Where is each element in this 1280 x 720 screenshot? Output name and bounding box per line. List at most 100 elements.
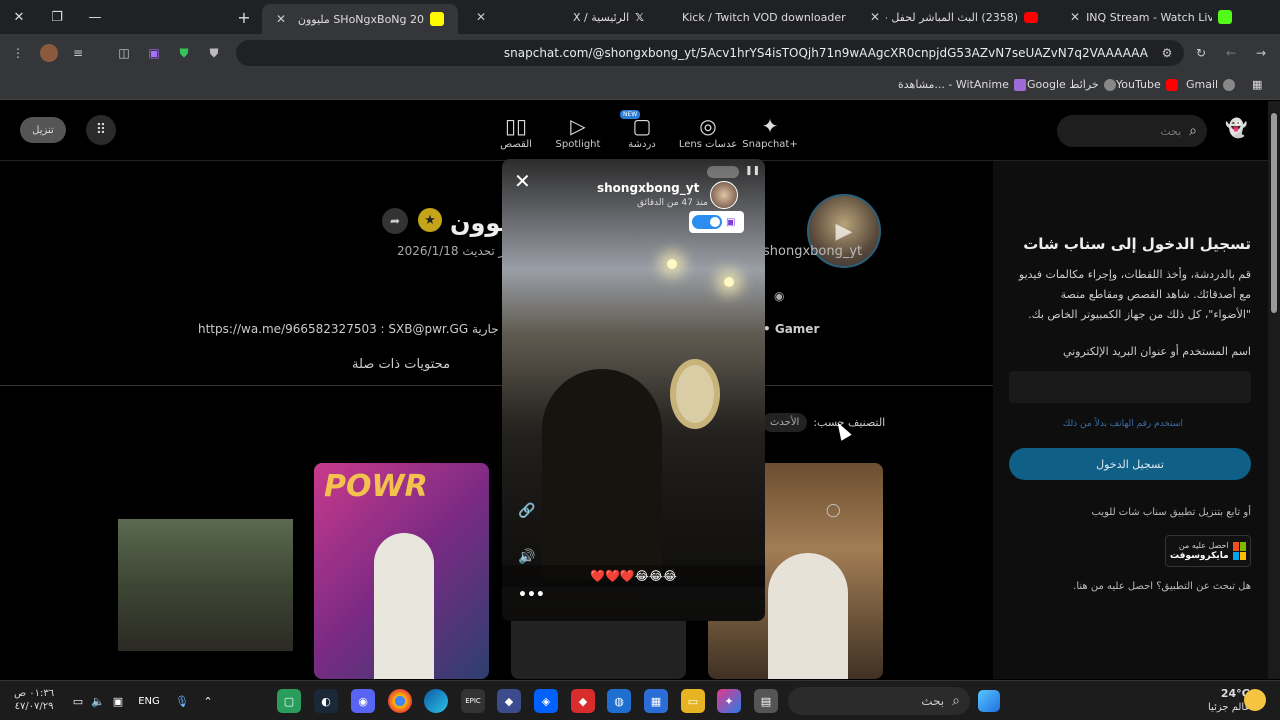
back-icon[interactable]: ←: [1222, 44, 1240, 62]
dropbox-icon[interactable]: ◈: [534, 689, 558, 713]
taskbar-search[interactable]: بحث ⌕: [788, 687, 970, 715]
app-icon[interactable]: ◍: [607, 689, 631, 713]
divider: [0, 385, 993, 386]
microsoft-store-badge[interactable]: احصل عليه من مايكروسوفت: [1165, 535, 1251, 567]
bookmark-google-maps[interactable]: Google خرائط: [1027, 78, 1116, 91]
login-title: تسجيل الدخول إلى سناب شات: [1023, 235, 1251, 253]
minimize-window-icon[interactable]: —: [76, 0, 114, 34]
apps-grid-icon[interactable]: ⠿: [86, 115, 116, 145]
tab-youtube[interactable]: ✕ (2358) البث المباشر لحفل جوي او: [856, 4, 1052, 30]
snapchat-plus-icon: ✦: [761, 114, 779, 138]
profile-avatar-icon[interactable]: [40, 44, 58, 62]
epic-games-icon[interactable]: EPIC: [461, 689, 485, 713]
system-clock[interactable]: ٠١:٣٦ ص ٤٧/٠٧/٢٩: [14, 687, 54, 713]
light-glow: [667, 259, 677, 269]
reload-icon[interactable]: ↻: [1192, 44, 1210, 62]
nav-lenses[interactable]: ◎ Lens عدسات: [678, 113, 738, 150]
nav-spotlight[interactable]: ▷ Spotlight: [548, 113, 608, 150]
microphone-icon[interactable]: 🎙: [170, 689, 194, 713]
close-window-icon[interactable]: ✕: [0, 0, 38, 34]
search-input[interactable]: ⌕ بحث: [1057, 115, 1207, 147]
more-options-icon[interactable]: •••: [518, 587, 545, 603]
app-icon[interactable]: ▢: [277, 689, 301, 713]
copilot-icon[interactable]: ✦: [717, 689, 741, 713]
star-badge-icon: ★: [418, 208, 442, 232]
youtube-icon: [1165, 78, 1178, 91]
stories-icon: ▯▯: [504, 114, 527, 138]
globe-icon: [1103, 78, 1116, 91]
twitch-extension-icon[interactable]: ▣: [145, 44, 163, 62]
page-scrollbar[interactable]: [1268, 101, 1280, 679]
location-icon: ◉: [774, 289, 785, 303]
reading-list-icon[interactable]: ≡: [69, 44, 87, 62]
light-glow: [724, 277, 734, 287]
close-tab-icon[interactable]: ✕: [1070, 10, 1080, 24]
address-bar[interactable]: snapchat.com/@shongxbong_yt/5Acv1hrYS4is…: [236, 40, 1184, 66]
volume-icon[interactable]: 🔊: [518, 549, 535, 565]
bookmark-gmail[interactable]: Gmail: [1186, 78, 1236, 91]
site-settings-icon[interactable]: ⚙: [1158, 44, 1176, 62]
story-avatar[interactable]: [710, 181, 738, 209]
app-icon[interactable]: ▤: [754, 689, 778, 713]
story-viewer[interactable]: ❚❚ ✕ shongxbong_yt منذ 47 من الدقائق ▣ 🔗…: [502, 159, 765, 621]
nav-snapchat-plus[interactable]: ✦ Snapchat+: [740, 113, 800, 150]
story-username[interactable]: shongxbong_yt: [597, 181, 699, 195]
edge-icon[interactable]: [424, 689, 448, 713]
weather-sun-icon: [1244, 689, 1266, 711]
x-logo-icon: 𝕏: [635, 10, 644, 24]
close-story-icon[interactable]: ✕: [514, 169, 531, 193]
scrollbar-thumb[interactable]: [1271, 113, 1277, 313]
discord-icon[interactable]: ◉: [351, 689, 375, 713]
nav-chat[interactable]: ▢ دردشة NEW: [612, 110, 672, 150]
download-button[interactable]: تنزيل: [20, 117, 66, 143]
app-icon[interactable]: ◆: [497, 689, 521, 713]
profile-bio-link[interactable]: https://wa.me/966582327503 : SXB@pwr.GG …: [198, 322, 499, 336]
pause-icon[interactable]: ❚❚: [745, 166, 760, 178]
tab-snapchat[interactable]: ✕ SHoNgxBoNg 20 مليوون 🐐: [262, 4, 458, 34]
bookmark-witanime[interactable]: مشاهدة... - WitAnime: [898, 78, 1026, 91]
extensions-icon[interactable]: ◫: [115, 44, 133, 62]
login-button[interactable]: تسجيل الدخول: [1009, 448, 1251, 480]
chrome-icon[interactable]: [388, 689, 412, 713]
tab-kick[interactable]: ✕ INQ Stream - Watch Live on Kic: [1056, 4, 1246, 30]
bookmark-youtube[interactable]: YouTube: [1116, 78, 1178, 91]
story-thumbnail[interactable]: POWR: [314, 463, 489, 679]
file-explorer-icon[interactable]: ▭: [681, 689, 705, 713]
windows-start-icon[interactable]: [978, 690, 1000, 712]
sort-dropdown[interactable]: الأحدث: [762, 413, 808, 432]
forward-icon[interactable]: →: [1252, 44, 1270, 62]
close-tab-icon[interactable]: ✕: [870, 10, 880, 24]
ublock-extension-icon[interactable]: ⛊: [205, 44, 223, 62]
app-icon[interactable]: ◆: [571, 689, 595, 713]
show-hidden-icons[interactable]: ⌃: [196, 689, 220, 713]
tab-related-content[interactable]: محتويات ذات صلة: [352, 357, 450, 372]
store-icon[interactable]: ▦: [644, 689, 668, 713]
nav-stories[interactable]: ▯▯ القصص: [486, 113, 546, 150]
play-icon: ▶: [835, 218, 853, 244]
steam-icon[interactable]: ◐: [314, 689, 338, 713]
tab-vod-downloader[interactable]: Kick / Twitch VOD downloader D: [656, 4, 852, 30]
all-bookmarks-icon[interactable]: ▦: [1252, 78, 1262, 91]
menu-dots-icon[interactable]: ⋮: [9, 44, 27, 62]
link-icon[interactable]: 🔗: [518, 503, 535, 519]
close-tab-icon[interactable]: ✕: [476, 10, 486, 24]
story-thumbnail[interactable]: [118, 463, 293, 679]
username-field[interactable]: [1009, 371, 1251, 403]
story-caption: ❤️❤️❤️😂😂😂: [590, 569, 677, 583]
language-indicator[interactable]: ENG: [136, 689, 162, 713]
play-icon: ▷: [570, 114, 586, 138]
shield-extension-icon[interactable]: ⛊: [175, 44, 193, 62]
username-label: اسم المستخدم أو عنوان البريد الإلكتروني: [1062, 345, 1251, 358]
close-tab-icon[interactable]: ✕: [276, 12, 286, 26]
network-icon[interactable]: ▣: [106, 689, 130, 713]
restore-window-icon[interactable]: ❐: [38, 0, 76, 34]
sort-control[interactable]: التصنيف حسب: الأحدث: [762, 413, 885, 432]
snapchat-ghost-icon[interactable]: 👻: [1225, 118, 1247, 139]
new-tab-button[interactable]: +: [225, 0, 263, 34]
badge-text: احصل عليه من مايكروسوفت: [1170, 541, 1229, 561]
use-phone-link[interactable]: استخدم رقم الهاتف بدلاً من ذلك: [993, 419, 1183, 429]
share-icon[interactable]: ➦: [382, 208, 408, 234]
get-app-text[interactable]: هل تبحث عن التطبيق؟ احصل عليه من هنا.: [993, 581, 1251, 592]
new-badge: NEW: [620, 110, 641, 119]
tab-x[interactable]: ✕ X / الرئيسية 𝕏: [462, 4, 652, 30]
